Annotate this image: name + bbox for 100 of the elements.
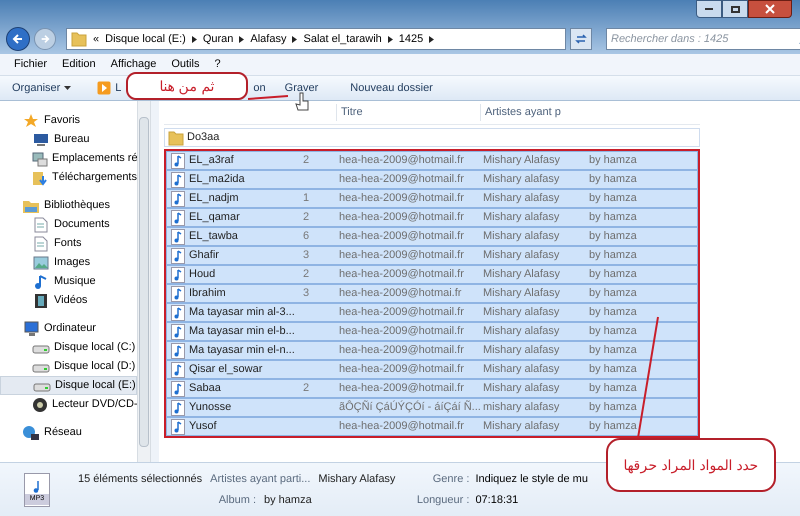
title-cell-text: hea-hea-2009@hotmail.fr (339, 381, 465, 396)
nav-item[interactable]: Téléchargements (0, 168, 137, 187)
menu-item[interactable]: Fichier (14, 56, 48, 73)
track-number: 2 (303, 381, 310, 396)
toolbar-button[interactable]: L (95, 80, 124, 96)
callout-bubble: ثم من هنا (126, 72, 248, 100)
album-cell-text: by hamza (589, 362, 638, 378)
nav-item[interactable]: Lecteur DVD/CD- (0, 395, 137, 414)
artist-cell-text: Mishary alafasy (483, 191, 560, 206)
overflow-chevron[interactable]: « (93, 30, 100, 48)
back-button[interactable] (6, 27, 30, 51)
album-cell-text: by hamza (589, 381, 638, 396)
film-icon (34, 292, 48, 308)
music-note-icon (34, 274, 48, 290)
file-name: Ma tayasar min el-n... (189, 343, 296, 358)
search-field[interactable]: Rechercher dans : 1425 (606, 28, 800, 50)
music-note-icon (171, 228, 185, 244)
nav-item[interactable]: Documents (0, 215, 137, 234)
toolbar-button[interactable]: Graver (282, 80, 320, 96)
nav-item[interactable]: Disque local (D:) (0, 357, 137, 376)
scrollbar[interactable] (137, 101, 151, 462)
track-number: 6 (303, 229, 310, 244)
monitor-icon (33, 132, 49, 146)
nav-item[interactable]: Disque local (E:) (0, 376, 137, 395)
refresh-button[interactable] (570, 28, 592, 50)
file-row[interactable]: Yusof hea-hea-2009@hotmail.fr Mishary alafasy by hamza (166, 417, 698, 436)
disc-icon (32, 396, 48, 412)
nav-item[interactable]: Bureau (0, 130, 137, 149)
file-row[interactable]: Qisar el_sowar hea-hea-2009@hotmail.fr Mishary alafasy by hamza (166, 360, 698, 379)
menu-item[interactable]: ? (214, 56, 221, 73)
file-name: EL_a3raf (189, 153, 235, 168)
nav-item[interactable]: Images (0, 253, 137, 272)
artist-cell-text: Mishary alafasy (483, 210, 560, 226)
picture-icon (33, 256, 49, 270)
title-cell-text: ãÔÇÑí ÇáÚÝÇÓí - áíÇáí Ñ... (339, 399, 482, 416)
music-note-icon (171, 400, 185, 416)
nav-item[interactable]: Bibliothèques (0, 196, 137, 215)
document-icon (34, 236, 48, 252)
globe-icon (22, 424, 40, 440)
computer-icon (32, 150, 48, 166)
file-name: Ma tayasar min el-b... (189, 324, 296, 340)
file-row[interactable]: Houd 2 hea-hea-2009@hotmail.fr Mishary Alafasy by hamza (166, 265, 698, 284)
back-arrow-icon (12, 33, 24, 45)
toolbar-button[interactable]: Nouveau dossier (348, 80, 435, 96)
album-cell-text: by hamza (589, 324, 638, 340)
music-note-icon (171, 342, 185, 358)
minimize-button[interactable] (696, 0, 722, 18)
file-row[interactable]: Ma tayasar min el-b... hea-hea-2009@hotmail.fr Mishary alafasy by hamza (166, 322, 698, 341)
file-name: Qisar el_sowar (189, 362, 264, 378)
breadcrumb[interactable]: Alafasy (250, 30, 286, 48)
column-header[interactable]: Titre (336, 104, 480, 121)
breadcrumb[interactable]: Salat el_tarawih (303, 30, 382, 48)
breadcrumb[interactable]: 1425 (398, 30, 424, 48)
nav-item[interactable]: Vidéos (0, 291, 137, 310)
file-row[interactable]: Yunosse ãÔÇÑí ÇáÚÝÇÓí - áíÇáí Ñ... mishary alafasy by hamza (166, 398, 698, 417)
dropdown-caret-icon (64, 86, 72, 90)
maximize-button[interactable] (722, 0, 748, 18)
forward-arrow-icon (40, 34, 50, 44)
file-row[interactable]: EL_qamar 2 hea-hea-2009@hotmail.fr Mishary alafasy by hamza (166, 208, 698, 227)
album-cell-text: by hamza (589, 267, 638, 282)
album-cell-text: by hamza (589, 419, 638, 434)
nav-item[interactable]: Favoris (0, 111, 137, 130)
file-row[interactable]: Ma tayasar min el-n... hea-hea-2009@hotmail.fr Mishary alafasy by hamza (166, 341, 698, 360)
breadcrumb[interactable]: Disque local (E:) (105, 30, 186, 48)
track-number: 1 (303, 191, 310, 206)
file-row[interactable]: EL_tawba 6 hea-hea-2009@hotmail.fr Mishary alafasy by hamza (166, 227, 698, 246)
nav-item[interactable]: Emplacements ré (0, 149, 137, 168)
nav-item[interactable]: Ordinateur (0, 319, 137, 338)
chevron-icon (192, 36, 197, 42)
music-note-icon (171, 152, 185, 168)
menu-item[interactable]: Edition (62, 56, 96, 73)
nav-item[interactable]: Musique (0, 272, 137, 291)
file-row[interactable]: EL_ma2ida hea-hea-2009@hotmail.fr Mishary alafasy by hamza (166, 170, 698, 189)
album-cell-text: by hamza (589, 400, 638, 416)
nav-item[interactable]: Fonts (0, 234, 137, 253)
file-row[interactable]: Ma tayasar min al-3... hea-hea-2009@hotmail.fr Mishary alafasy by hamza (166, 303, 698, 322)
toolbar-button[interactable]: Organiser (10, 80, 74, 96)
close-button[interactable] (748, 0, 792, 18)
file-name: Ibrahim (189, 286, 227, 302)
file-name: EL_qamar (189, 210, 241, 226)
address-bar[interactable]: « Disque local (E:) Quran Alafasy Salat el_tarawih 1425 (66, 28, 566, 50)
title-cell-text: hea-hea-2009@hotmail.fr (339, 343, 465, 358)
file-row[interactable]: Sabaa 2 hea-hea-2009@hotmail.fr Mishary alafasy by hamza (166, 379, 698, 398)
document-icon (34, 216, 48, 232)
music-note-icon (171, 248, 185, 264)
file-row[interactable]: EL_nadjm 1 hea-hea-2009@hotmail.fr Mishary alafasy by hamza (166, 189, 698, 208)
nav-item[interactable]: Réseau (0, 423, 137, 442)
column-header[interactable]: Artistes ayant p (480, 104, 600, 121)
artist-cell-text: Mishary alafasy (483, 305, 560, 320)
file-row[interactable]: EL_a3raf 2 hea-hea-2009@hotmail.fr Mishary Alafasy by hamza (166, 151, 698, 170)
field-label: Longueur : (416, 492, 470, 508)
menu-item[interactable]: Outils (171, 56, 200, 73)
breadcrumb[interactable]: Quran (202, 30, 234, 48)
file-row[interactable]: Do3aa (164, 128, 700, 147)
file-row[interactable]: Ibrahim 3 hea-hea-2009@hotmai.fr Mishary Alafasy by hamza (166, 284, 698, 303)
nav-item[interactable]: Disque local (C:) (0, 338, 137, 357)
menu-item[interactable]: Affichage (110, 56, 156, 73)
album-cell-text: by hamza (589, 191, 638, 206)
file-row[interactable]: Ghafir 3 hea-hea-2009@hotmail.fr Mishary alafasy by hamza (166, 246, 698, 265)
toolbar-button[interactable]: on (251, 80, 268, 96)
